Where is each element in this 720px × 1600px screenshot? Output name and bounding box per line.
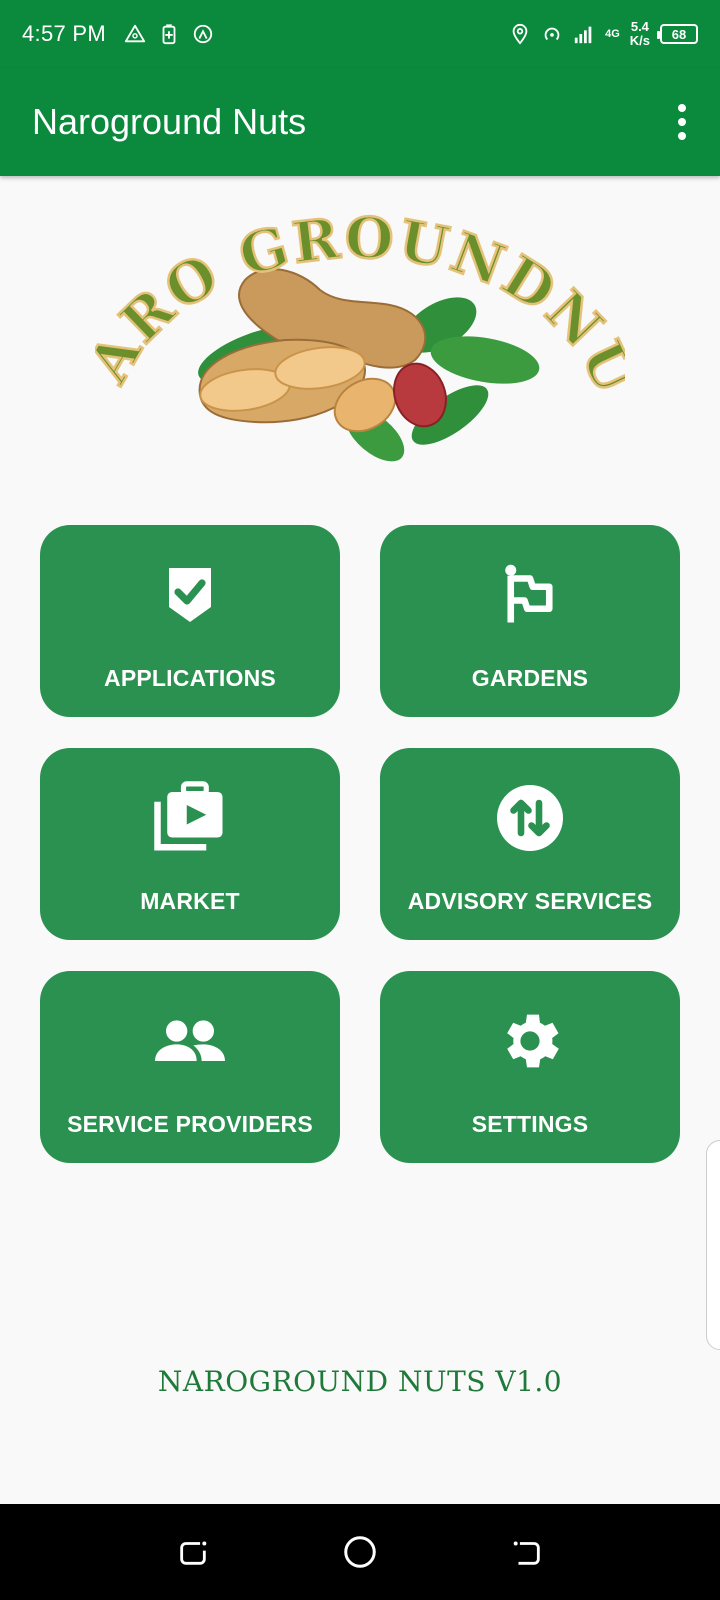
- settings-label: SETTINGS: [471, 1111, 589, 1137]
- settings-button[interactable]: SETTINGS: [380, 971, 680, 1163]
- market-button[interactable]: MARKET: [40, 748, 340, 940]
- advisory-services-label: ADVISORY SERVICES: [407, 888, 653, 914]
- wifi-hotspot-icon: [544, 27, 560, 41]
- market-label: MARKET: [140, 888, 240, 914]
- system-nav-bar: [0, 1504, 720, 1600]
- applications-label: APPLICATIONS: [104, 665, 276, 691]
- applications-button[interactable]: APPLICATIONS: [40, 525, 340, 717]
- edge-panel-handle[interactable]: [706, 1140, 720, 1350]
- signal-icon: [574, 26, 592, 44]
- network-speed: 5.4 K/s: [630, 20, 650, 48]
- speed-value: 5.4: [630, 19, 649, 34]
- flag-icon: [490, 555, 570, 635]
- app-title: Naroground Nuts: [32, 101, 307, 142]
- gardens-label: GARDENS: [471, 665, 589, 691]
- swap-vertical-circle-icon: [490, 778, 570, 858]
- recents-icon[interactable]: [173, 1532, 213, 1572]
- location-icon: [512, 23, 528, 45]
- home-icon[interactable]: [340, 1532, 380, 1572]
- status-bar: 4:57 PM 4G 5.4 K/s 68: [0, 0, 720, 68]
- service-providers-button[interactable]: SERVICE PROVIDERS: [40, 971, 340, 1163]
- app-bar: Naroground Nuts: [0, 68, 720, 176]
- status-left-icons: [124, 23, 214, 45]
- gardens-button[interactable]: GARDENS: [380, 525, 680, 717]
- battery-saver-icon: [162, 24, 176, 45]
- speed-unit: K/s: [629, 33, 650, 48]
- people-icon: [150, 1001, 230, 1081]
- service-providers-label: SERVICE PROVIDERS: [67, 1111, 313, 1137]
- alert-triangle-icon: [124, 24, 146, 43]
- advisory-services-button[interactable]: ADVISORY SERVICES: [380, 748, 680, 940]
- more-vert-icon[interactable]: [662, 92, 702, 152]
- version-text: NAROGROUND NUTS V1.0: [157, 1365, 563, 1398]
- status-right-icons: 4G 5.4 K/s 68: [509, 20, 698, 48]
- menu-grid: APPLICATIONS GARDENS MARKET ADVISORY SER…: [40, 525, 681, 1163]
- battery-indicator: 68: [657, 24, 698, 44]
- video-library-icon: [150, 778, 230, 858]
- gear-icon: [490, 1001, 570, 1081]
- status-time: 4:57 PM: [22, 21, 107, 46]
- shield-check-icon: [150, 555, 230, 635]
- hotspot-icon: [193, 24, 213, 44]
- battery-level: 68: [671, 26, 687, 42]
- back-icon[interactable]: [507, 1532, 547, 1572]
- naro-groundnut-logo: NARO GROUNDNUT: [95, 190, 625, 462]
- signal-4g-icon: 4G: [605, 28, 620, 40]
